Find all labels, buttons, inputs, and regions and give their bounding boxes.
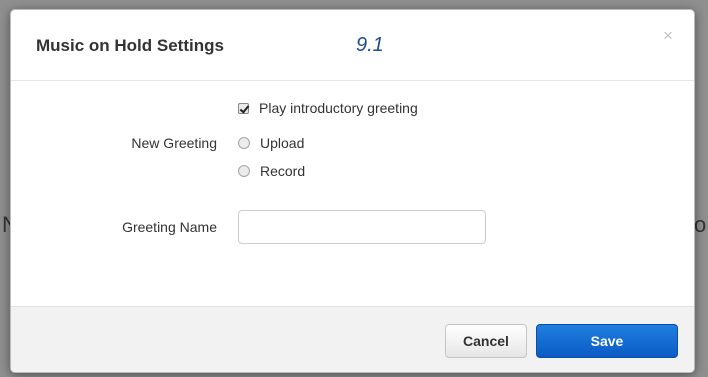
intro-greeting-label: Play introductory greeting [259,100,418,116]
dialog-title: Music on Hold Settings [36,36,224,55]
record-label: Record [260,163,306,179]
radio-unselected-icon[interactable] [238,137,250,149]
checkbox-checked-icon[interactable] [238,102,249,114]
version-tag: 9.1 [356,34,384,56]
cancel-button[interactable]: Cancel [445,324,527,358]
intro-greeting-checkbox-row[interactable]: Play introductory greeting [238,100,418,116]
upload-label: Upload [260,135,305,151]
backdrop-text-right: o [694,212,707,237]
save-button[interactable]: Save [536,324,678,358]
radio-unselected-icon[interactable] [238,165,250,177]
upload-radio-row[interactable]: Upload [238,135,304,151]
greeting-name-label: Greeting Name [122,219,217,235]
record-radio-row[interactable]: Record [238,163,305,179]
close-icon[interactable]: × [663,27,673,44]
dialog-body: Play introductory greeting New Greeting … [11,81,694,306]
dialog-footer: Cancel Save [11,306,694,372]
music-on-hold-dialog: Music on Hold Settings 9.1 × Play introd… [10,9,695,373]
dialog-header: Music on Hold Settings 9.1 × [11,10,694,81]
new-greeting-label: New Greeting [131,135,217,151]
greeting-name-input[interactable] [238,210,486,244]
